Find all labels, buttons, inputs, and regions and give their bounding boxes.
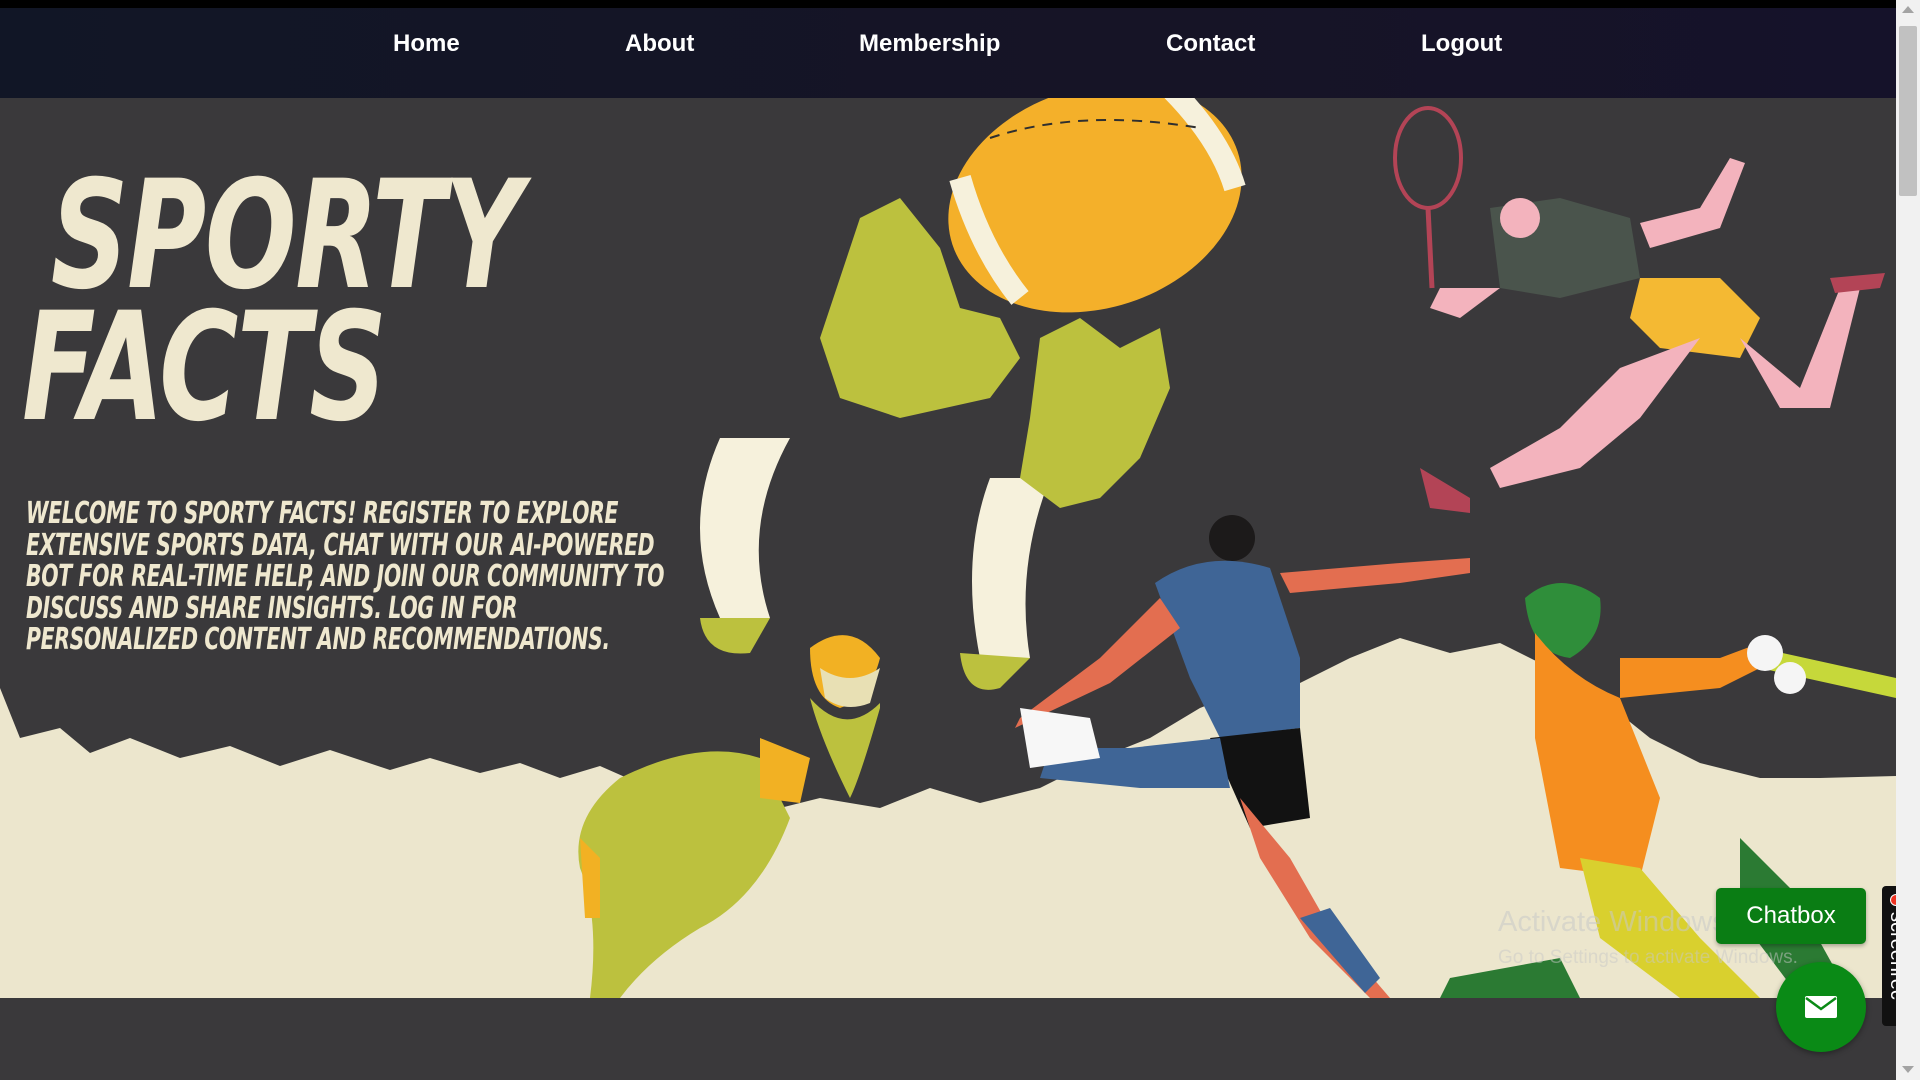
welcome-text: Welcome to Sporty Facts! Register to exp… xyxy=(26,496,665,657)
chatbox-button[interactable]: Chatbox xyxy=(1716,888,1866,944)
nav-about[interactable]: About xyxy=(625,30,694,58)
nav-logout[interactable]: Logout xyxy=(1421,30,1502,58)
top-border xyxy=(0,0,1896,8)
hero-section: SPORTY FACTS Welcome to Sporty Facts! Re… xyxy=(0,98,1896,998)
scrollbar-thumb[interactable] xyxy=(1899,26,1917,196)
tennis-player-illustration xyxy=(1393,106,1885,513)
windows-activation-title: Activate Windows xyxy=(1498,906,1727,938)
scroll-down-arrow-icon[interactable] xyxy=(1902,1066,1914,1073)
mail-fab-button[interactable] xyxy=(1776,962,1866,1052)
nav-contact[interactable]: Contact xyxy=(1166,30,1255,58)
nav-home[interactable]: Home xyxy=(393,30,460,58)
scroll-up-arrow-icon[interactable] xyxy=(1902,6,1914,13)
site-title: SPORTY FACTS xyxy=(22,161,523,443)
nav-membership[interactable]: Membership xyxy=(859,30,1000,58)
windows-activation-subtitle: Go to Settings to activate Windows. xyxy=(1498,947,1798,968)
footer-area xyxy=(0,998,1896,1080)
mail-icon xyxy=(1805,996,1837,1018)
main-navbar: Home About Membership Contact Logout xyxy=(0,8,1896,98)
